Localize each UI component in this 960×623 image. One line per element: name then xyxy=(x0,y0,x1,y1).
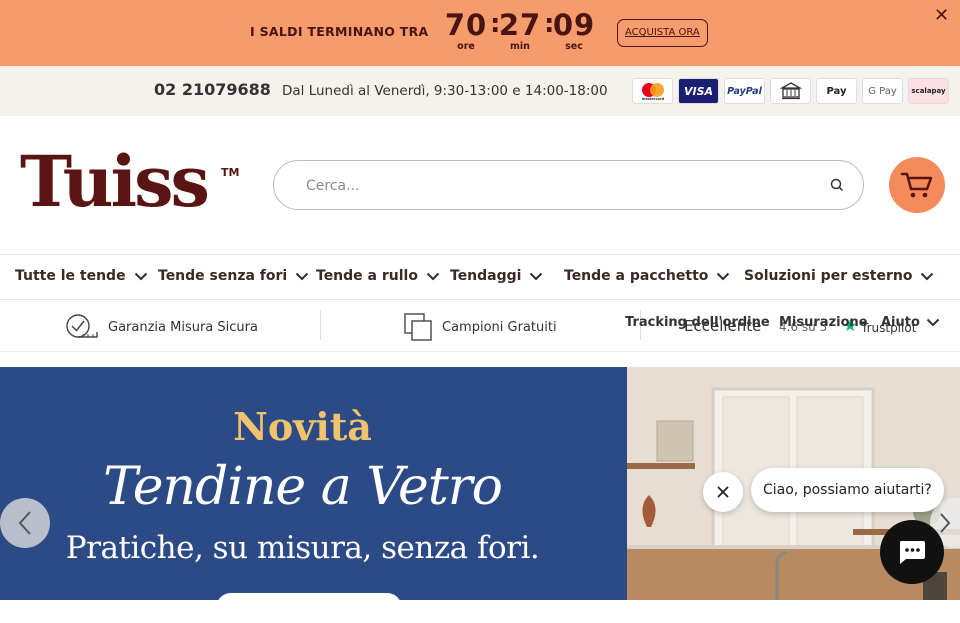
chevron-down-icon[interactable] xyxy=(926,318,940,327)
feature-samples-label: Campioni Gratuiti xyxy=(442,319,557,335)
main-nav: Tutte le tende Tende senza fori Tende a … xyxy=(0,254,960,300)
paypal-icon: PayPal xyxy=(724,78,765,104)
samples-icon xyxy=(404,313,432,341)
timer-hours-label: ore xyxy=(457,41,475,52)
chevron-down-icon xyxy=(921,272,934,280)
feature-guarantee-label: Garanzia Misura Sicura xyxy=(108,319,258,335)
chevron-right-icon xyxy=(940,513,951,533)
chevron-down-icon xyxy=(134,272,147,280)
features-strip: Garanzia Misura Sicura Campioni Gratuiti… xyxy=(0,300,960,352)
contact-bar: 02 21079688 Dal Lunedì al Venerdì, 9:30-… xyxy=(0,66,960,116)
hero-subtitle: Pratiche, su misura, senza fori. xyxy=(65,530,540,566)
nav-item-soluzioni-per-esterno[interactable]: Soluzioni per esterno xyxy=(744,268,934,284)
hero-kicker: Novità xyxy=(233,404,372,449)
trademark-symbol: TM xyxy=(221,166,240,179)
hero-title: Tendine a Vetro xyxy=(103,457,503,517)
search-icon[interactable] xyxy=(829,177,845,197)
nav-item-tende-a-pacchetto[interactable]: Tende a pacchetto xyxy=(564,268,730,284)
chevron-down-icon xyxy=(530,272,543,280)
payment-methods: mastercard VISA PayPal Pay G Pay scalapa… xyxy=(632,78,949,104)
chat-open-button[interactable] xyxy=(880,520,944,584)
feature-guarantee: Garanzia Misura Sicura xyxy=(64,313,258,341)
tracking-link[interactable]: Tracking dell'ordine xyxy=(625,315,770,330)
timer-seconds: 09 sec xyxy=(550,8,598,52)
search-input[interactable] xyxy=(306,176,806,196)
nav-item-tende-a-rullo[interactable]: Tende a rullo xyxy=(316,268,440,284)
carousel-prev-button[interactable] xyxy=(0,498,50,548)
timer-hours-value: 70 xyxy=(444,8,488,42)
misurazione-link[interactable]: Misurazione xyxy=(779,315,868,330)
feature-samples: Campioni Gratuiti xyxy=(404,313,557,341)
nav-item-label: Soluzioni per esterno xyxy=(744,268,913,284)
timer-minutes-label: min xyxy=(510,41,530,52)
countdown-timer: 70 ore : 27 min : 09 sec xyxy=(442,8,598,52)
nav-item-label: Tende a rullo xyxy=(316,268,418,284)
buy-now-button[interactable]: ACQUISTA ORA xyxy=(617,19,708,47)
nav-item-tende-senza-fori[interactable]: Tende senza fori xyxy=(158,268,309,284)
chevron-down-icon xyxy=(717,272,730,280)
nav-item-label: Tende a pacchetto xyxy=(564,268,709,284)
chat-greeting[interactable]: Ciao, possiamo aiutarti? xyxy=(751,468,944,512)
timer-hours: 70 ore xyxy=(442,8,490,52)
chevron-left-icon xyxy=(18,511,31,535)
chat-icon xyxy=(900,541,925,564)
nav-item-label: Tendaggi xyxy=(450,268,522,284)
chat-close-button[interactable] xyxy=(703,472,743,512)
promo-text: I SALDI TERMINANO TRA xyxy=(250,24,429,39)
apple-pay-icon: Pay xyxy=(816,78,857,104)
timer-seconds-label: sec xyxy=(565,41,583,52)
nav-item-label: Tutte le tende xyxy=(15,268,126,284)
chevron-down-icon xyxy=(296,272,309,280)
aiuto-link[interactable]: Aiuto xyxy=(881,315,920,330)
bank-transfer-icon xyxy=(770,78,811,104)
timer-minutes-value: 27 xyxy=(498,8,542,42)
logo[interactable]: Tuiss xyxy=(20,146,210,218)
nav-item-tutte-le-tende[interactable]: Tutte le tende xyxy=(15,268,148,284)
google-pay-icon: G Pay xyxy=(862,78,903,104)
timer-seconds-value: 09 xyxy=(552,8,596,42)
scalapay-icon: scalapay xyxy=(908,78,949,104)
visa-icon: VISA xyxy=(678,78,719,104)
opening-hours: Dal Lunedì al Venerdì, 9:30-13:00 e 14:0… xyxy=(282,83,608,99)
search-bar[interactable] xyxy=(273,160,864,210)
svg-text:mastercard: mastercard xyxy=(641,97,664,101)
promo-bar: I SALDI TERMINANO TRA 70 ore : 27 min : … xyxy=(0,0,960,66)
hero-cta-button[interactable] xyxy=(216,593,402,623)
nav-item-label: Tende senza fori xyxy=(158,268,288,284)
cart-icon xyxy=(900,172,933,198)
timer-minutes: 27 min xyxy=(496,8,544,52)
chevron-down-icon xyxy=(426,272,440,280)
close-icon xyxy=(717,486,729,498)
close-icon[interactable]: ✕ xyxy=(934,5,949,27)
phone-number[interactable]: 02 21079688 xyxy=(154,80,271,99)
measure-check-icon xyxy=(66,314,98,338)
cart-button[interactable] xyxy=(889,157,945,213)
mastercard-icon: mastercard xyxy=(632,78,673,104)
divider xyxy=(320,310,321,340)
nav-item-tendaggi[interactable]: Tendaggi xyxy=(450,268,543,284)
